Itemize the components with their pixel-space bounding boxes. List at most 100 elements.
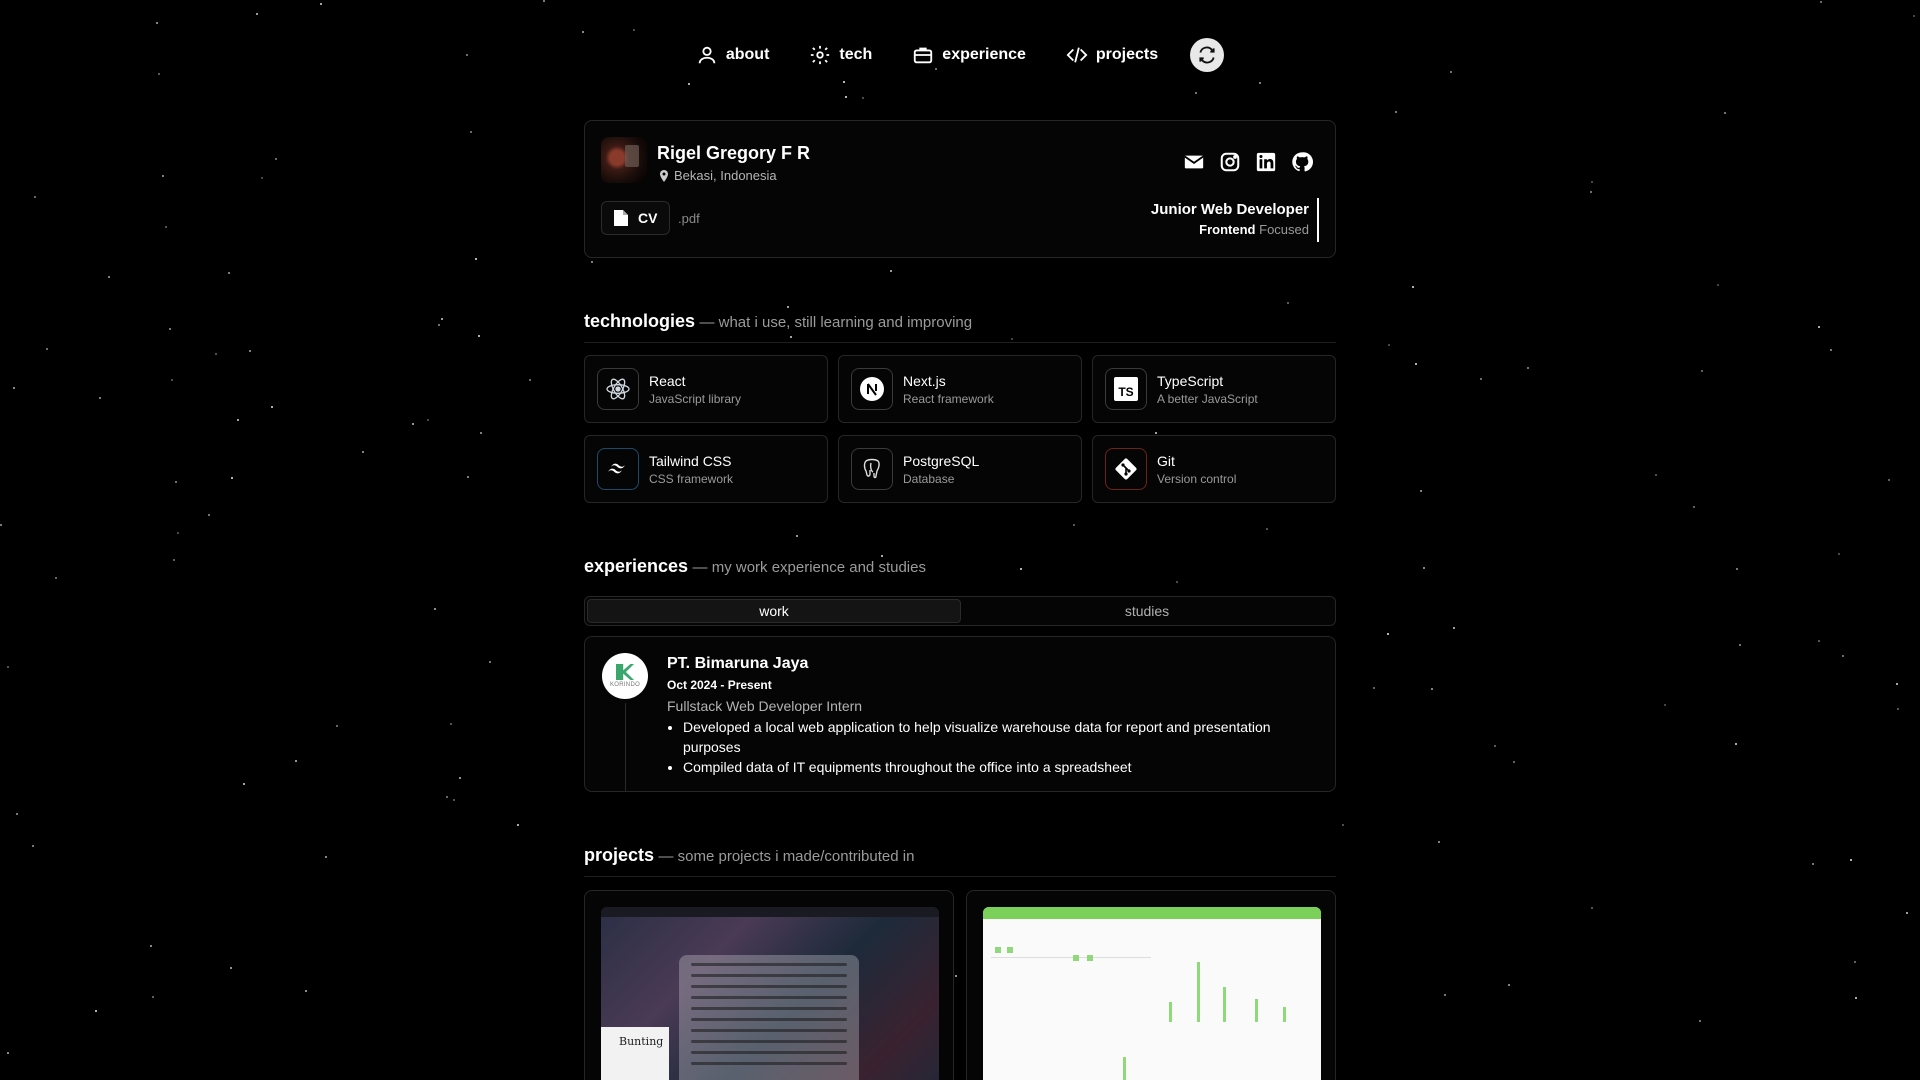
cv-label: CV <box>638 210 658 226</box>
nav-projects[interactable]: projects <box>1066 44 1158 66</box>
thumbnail-album-text: Bunting <box>619 1035 664 1048</box>
projects-title: projects <box>584 845 655 865</box>
thumbnail-titlebar <box>601 907 939 917</box>
star <box>1388 344 1390 346</box>
star <box>446 796 448 798</box>
star <box>173 559 175 561</box>
tech-desc: Version control <box>1157 471 1237 486</box>
nav-tech[interactable]: tech <box>809 44 872 66</box>
star <box>480 432 482 434</box>
star <box>1590 191 1592 193</box>
thumbnail-panel <box>679 955 859 1080</box>
star <box>261 177 263 179</box>
thumbnail-bar <box>1197 962 1200 1022</box>
company-logo: KORINDO <box>602 653 648 699</box>
tech-desc: React framework <box>903 391 994 406</box>
star <box>1842 655 1844 657</box>
tech-desc: CSS framework <box>649 471 734 486</box>
star <box>1259 82 1261 84</box>
star <box>543 0 545 2</box>
star <box>1812 863 1814 865</box>
tech-card-postgresql[interactable]: PostgreSQL Database <box>838 435 1082 503</box>
star <box>1717 284 1719 286</box>
star <box>108 276 110 278</box>
star <box>1431 688 1433 690</box>
tech-card-typescript[interactable]: TS TypeScript A better JavaScript <box>1092 355 1336 423</box>
profile-location: Bekasi, Indonesia <box>659 168 777 183</box>
file-icon <box>614 210 628 226</box>
star <box>1838 553 1840 555</box>
star <box>1438 841 1440 843</box>
top-nav: about tech experience projects <box>0 38 1920 72</box>
project-card-1[interactable]: Bunting <box>584 890 954 1080</box>
nav-about[interactable]: about <box>696 44 769 66</box>
star <box>1423 567 1425 569</box>
cv-download-button[interactable]: CV <box>601 201 671 235</box>
project-thumbnail <box>983 907 1321 1080</box>
star <box>438 324 440 326</box>
star <box>1854 961 1856 963</box>
tech-desc: Database <box>903 471 955 486</box>
thumbnail-album-art: Bunting <box>601 1027 669 1080</box>
typescript-icon: TS <box>1105 368 1147 410</box>
thumbnail-bar <box>1169 1002 1172 1022</box>
star <box>1176 581 1178 583</box>
star <box>13 387 15 389</box>
tech-desc: JavaScript library <box>649 391 742 406</box>
star <box>591 261 593 263</box>
star <box>467 476 469 478</box>
github-icon[interactable] <box>1291 151 1313 173</box>
technologies-subtitle: — what i use, still learning and improvi… <box>699 314 973 331</box>
tech-name: Next.js <box>903 372 946 389</box>
star <box>16 813 18 815</box>
project-card-2[interactable] <box>966 890 1336 1080</box>
thumbnail-bar <box>1087 955 1093 961</box>
star <box>1735 743 1737 745</box>
tech-name: Git <box>1157 452 1175 469</box>
star <box>453 799 455 801</box>
star <box>1508 984 1510 986</box>
postgresql-icon <box>851 448 893 490</box>
gear-icon <box>811 45 830 65</box>
star <box>1395 111 1397 113</box>
role-focus: Frontend Focused <box>1151 222 1309 237</box>
tailwind-icon <box>597 448 639 490</box>
star <box>1387 633 1389 635</box>
star <box>489 661 491 663</box>
linkedin-icon[interactable] <box>1255 151 1277 173</box>
star <box>843 81 845 83</box>
tab-work[interactable]: work <box>587 599 961 623</box>
star <box>1699 1020 1701 1022</box>
star <box>1820 1 1822 3</box>
technologies-title: technologies <box>584 311 696 331</box>
tech-card-nextjs[interactable]: Next.js React framework <box>838 355 1082 423</box>
star <box>320 3 322 5</box>
star <box>1855 997 1857 999</box>
mail-icon[interactable] <box>1183 151 1205 173</box>
nav-tech-label: tech <box>839 46 873 63</box>
nav-experience[interactable]: experience <box>912 44 1026 66</box>
tech-card-react[interactable]: React JavaScript library <box>584 355 828 423</box>
star <box>32 845 34 847</box>
star <box>336 725 338 727</box>
experience-tabs: work studies <box>584 596 1336 626</box>
thumbnail-bar <box>1123 1057 1126 1080</box>
theme-toggle-button[interactable] <box>1190 38 1225 72</box>
instagram-icon[interactable] <box>1219 151 1241 173</box>
star <box>1513 761 1515 763</box>
star <box>1693 506 1695 508</box>
star <box>55 577 57 579</box>
star <box>1073 524 1075 526</box>
profile-location-text: Bekasi, Indonesia <box>674 168 777 183</box>
star <box>275 158 277 160</box>
star <box>450 723 452 725</box>
tech-card-tailwind[interactable]: Tailwind CSS CSS framework <box>584 435 828 503</box>
star <box>156 22 158 24</box>
tab-studies[interactable]: studies <box>961 599 1333 623</box>
star <box>362 451 364 453</box>
tech-name: TypeScript <box>1157 372 1224 389</box>
star <box>787 306 789 308</box>
thumbnail-bar <box>1255 999 1258 1022</box>
tech-card-git[interactable]: Git Version control <box>1092 435 1336 503</box>
refresh-icon <box>1199 46 1215 64</box>
